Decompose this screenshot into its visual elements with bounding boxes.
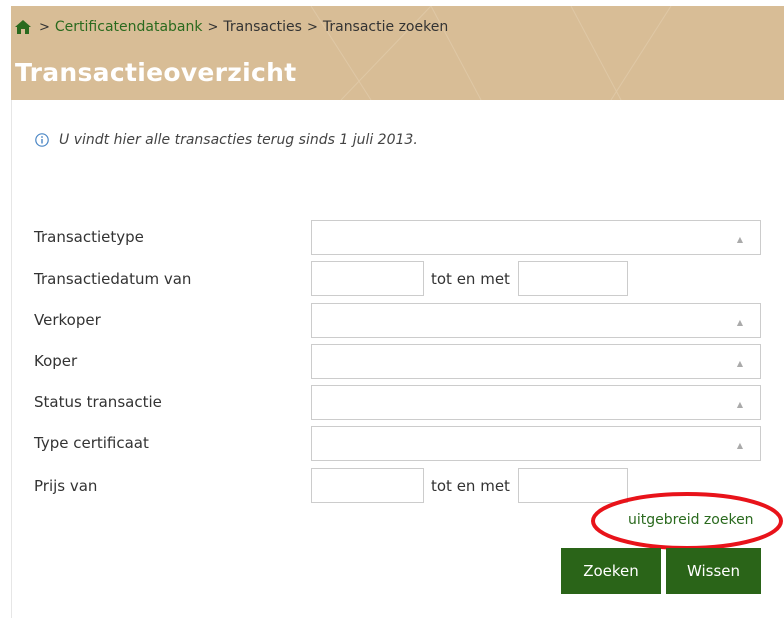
koper-label: Koper	[34, 352, 78, 370]
status-transactie-select[interactable]: ▲	[311, 385, 761, 420]
status-transactie-label: Status transactie	[34, 393, 162, 411]
info-message: U vindt hier alle transacties terug sind…	[35, 132, 418, 148]
transactietype-select[interactable]: ▲	[311, 220, 761, 255]
info-text: U vindt hier alle transacties terug sind…	[59, 132, 418, 148]
info-icon	[35, 133, 49, 147]
caret-up-icon: ▲	[736, 400, 743, 409]
type-certificaat-select[interactable]: ▲	[311, 426, 761, 461]
page-title: Transactieoverzicht	[15, 58, 297, 87]
caret-up-icon: ▲	[736, 359, 743, 368]
search-button[interactable]: Zoeken	[561, 548, 661, 594]
transactiedatum-tot-input[interactable]	[518, 261, 628, 296]
transactiedatum-van-input[interactable]	[311, 261, 424, 296]
breadcrumb-item-transacties[interactable]: Transacties	[223, 19, 302, 35]
type-certificaat-label: Type certificaat	[34, 434, 149, 452]
breadcrumb-separator: >	[39, 19, 50, 35]
prijs-van-label: Prijs van	[34, 477, 98, 495]
content-border	[11, 100, 12, 618]
caret-up-icon: ▲	[736, 318, 743, 327]
page-header: > Certificatendatabank > Transacties > T…	[11, 6, 784, 100]
transactiedatum-van-label: Transactiedatum van	[34, 270, 192, 288]
breadcrumb-separator: >	[207, 19, 219, 35]
breadcrumb-item-transactie-zoeken: Transactie zoeken	[322, 19, 449, 35]
home-icon[interactable]	[15, 20, 31, 34]
breadcrumb-separator: >	[306, 19, 318, 35]
koper-select[interactable]: ▲	[311, 344, 761, 379]
caret-up-icon: ▲	[736, 235, 743, 244]
annotation-ellipse	[591, 492, 783, 550]
verkoper-label: Verkoper	[34, 311, 101, 329]
clear-button[interactable]: Wissen	[666, 548, 761, 594]
verkoper-select[interactable]: ▲	[311, 303, 761, 338]
prijs-tot-label: tot en met	[431, 477, 510, 495]
breadcrumb-item-certificatendatabank[interactable]: Certificatendatabank	[55, 19, 203, 35]
transactietype-label: Transactietype	[34, 228, 144, 246]
prijs-van-input[interactable]	[311, 468, 424, 503]
caret-up-icon: ▲	[736, 441, 743, 450]
breadcrumb: > Certificatendatabank > Transacties > T…	[15, 18, 448, 36]
transactiedatum-tot-label: tot en met	[431, 270, 510, 288]
